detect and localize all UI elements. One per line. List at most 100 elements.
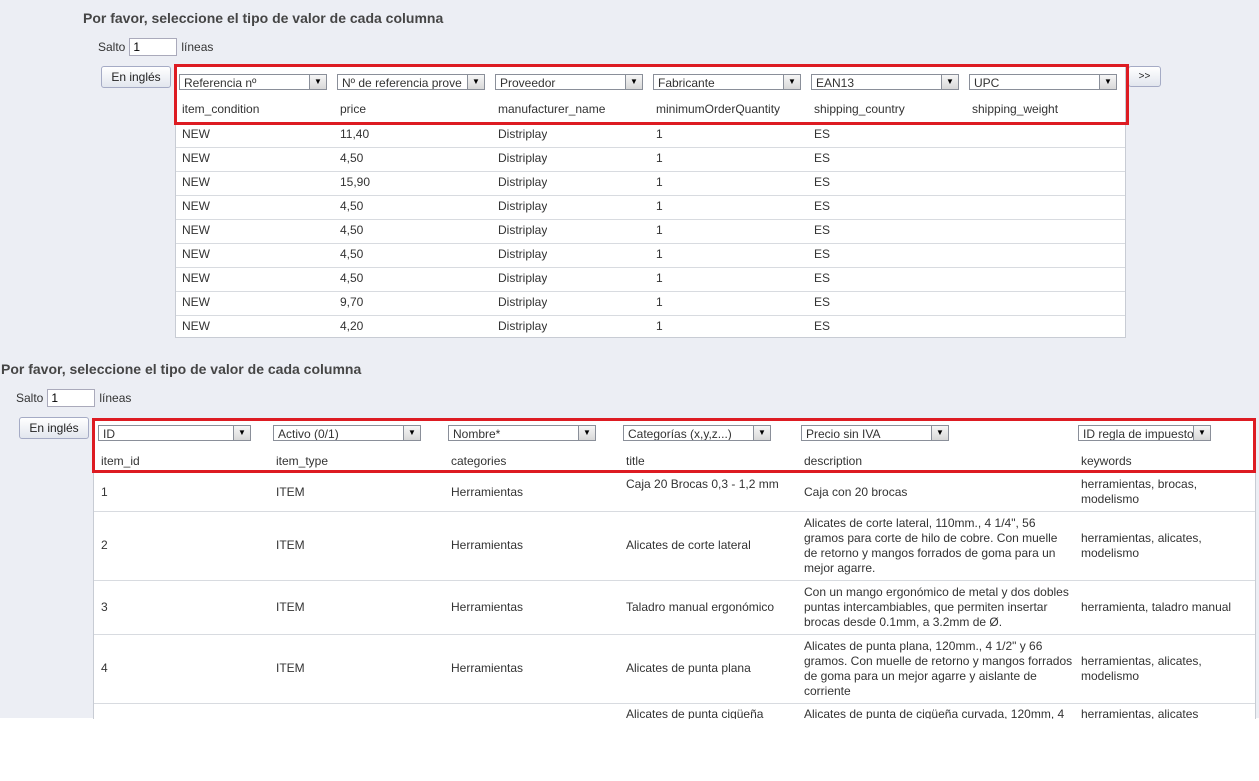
column-type-select[interactable]: ID regla de impuestos ▼ (1078, 425, 1211, 441)
column-type-select[interactable]: Categorías (x,y,z...) ▼ (623, 425, 771, 441)
table-cell: ITEM (276, 485, 305, 499)
chevron-down-icon[interactable]: ▼ (931, 426, 948, 440)
column-header: title (626, 454, 645, 468)
english-button[interactable]: En inglés (101, 66, 171, 88)
table-cell: 1 (656, 271, 663, 285)
table-cell: NEW (182, 127, 210, 141)
table-cell: Alicates de punta cigüeña (626, 707, 764, 719)
select-value: Nº de referencia prove (342, 76, 462, 90)
chevron-down-icon[interactable]: ▼ (753, 426, 770, 440)
select-value: Referencia nº (184, 76, 257, 90)
column-header: item_condition (182, 102, 260, 116)
table-cell: 1 (656, 127, 663, 141)
section1-heading: Por favor, seleccione el tipo de valor d… (83, 10, 444, 26)
column-type-select[interactable]: ID ▼ (98, 425, 251, 441)
table-cell: 15,90 (340, 175, 371, 189)
table-cell: 1 (656, 295, 663, 309)
select-value: Proveedor (500, 76, 556, 90)
chevron-down-icon[interactable]: ▼ (625, 75, 642, 89)
table-cell: 1 (101, 485, 108, 499)
table-cell: 1 (656, 319, 663, 333)
section2-salto-row: Salto líneas (16, 389, 131, 407)
column-header: shipping_country (814, 102, 905, 116)
table-cell: ES (814, 247, 831, 261)
table-row: NEW 15,90 Distriplay 1 ES (176, 171, 1125, 196)
column-type-select[interactable]: Nombre* ▼ (448, 425, 596, 441)
column-type-select[interactable]: Proveedor ▼ (495, 74, 643, 90)
table-cell: 11,40 (340, 127, 370, 141)
table-row: NEW 11,40 Distriplay 1 ES (176, 123, 1125, 148)
table-cell: 4,20 (340, 319, 364, 333)
table-cell: Taladro manual ergonómico (626, 600, 775, 614)
column-type-select[interactable]: UPC ▼ (969, 74, 1117, 90)
column-type-select[interactable]: Nº de referencia prove ▼ (337, 74, 485, 90)
table-cell: Herramientas (451, 600, 524, 614)
table-cell: 1 (656, 175, 663, 189)
chevron-down-icon[interactable]: ▼ (783, 75, 800, 89)
table-cell: NEW (182, 271, 210, 285)
column-type-select[interactable]: Precio sin IVA ▼ (801, 425, 949, 441)
table-cell: 4,50 (340, 199, 364, 213)
column-type-select[interactable]: Activo (0/1) ▼ (273, 425, 421, 441)
salto-input[interactable] (129, 38, 178, 56)
chevron-down-icon[interactable]: ▼ (233, 426, 250, 440)
chevron-down-icon[interactable]: ▼ (309, 75, 326, 89)
table-cell: Distriplay (498, 271, 548, 285)
table-cell: NEW (182, 295, 210, 309)
salto-label: Salto (98, 40, 126, 54)
select-value: ID regla de impuestos (1083, 427, 1200, 441)
salto-label: Salto (16, 391, 44, 405)
section2-heading: Por favor, seleccione el tipo de valor d… (1, 361, 362, 377)
select-value: ID (103, 427, 115, 441)
chevron-down-icon[interactable]: ▼ (1099, 75, 1116, 89)
chevron-down-icon[interactable]: ▼ (1193, 426, 1210, 440)
table-row: NEW 4,50 Distriplay 1 ES (176, 147, 1125, 172)
table-cell: Caja 20 Brocas 0,3 - 1,2 mm (626, 477, 779, 491)
table-cell: ITEM (276, 538, 305, 552)
chevron-down-icon[interactable]: ▼ (467, 75, 484, 89)
table-cell: 4,50 (340, 223, 364, 237)
table-row: NEW 4,20 Distriplay 1 ES (176, 315, 1125, 337)
table-cell: ES (814, 175, 831, 189)
table-cell: herramienta, taladro manual (1081, 600, 1232, 614)
table-cell: NEW (182, 175, 210, 189)
table-cell: Distriplay (498, 175, 548, 189)
table-cell: Alicates de punta de cigüeña curvada, 12… (804, 707, 1065, 719)
table-cell: Herramientas (451, 661, 524, 675)
table-cell: 9,70 (340, 295, 364, 309)
column-type-select[interactable]: Referencia nº ▼ (179, 74, 327, 90)
next-button[interactable]: >> (1128, 66, 1161, 87)
salto-input[interactable] (47, 389, 96, 407)
select-value: UPC (974, 76, 1000, 90)
table-cell: NEW (182, 199, 210, 213)
table-cell: 1 (656, 247, 663, 261)
chevron-down-icon[interactable]: ▼ (578, 426, 595, 440)
table-cell: Alicates de punta plana (626, 661, 751, 675)
table-cell: 2 (101, 538, 108, 552)
table-cell: herramientas, alicates, modelismo (1081, 531, 1202, 560)
table-cell: Alicates de corte lateral (626, 538, 751, 552)
table-cell: Herramientas (451, 485, 524, 499)
table-cell: NEW (182, 247, 210, 261)
table-cell: herramientas, alicates, modelismo (1081, 654, 1202, 683)
chevron-down-icon[interactable]: ▼ (403, 426, 420, 440)
column-header: minimumOrderQuantity (656, 102, 781, 116)
section1-salto-row: Salto líneas (98, 38, 213, 56)
table-cell: Alicates de corte lateral, 110mm., 4 1/4… (804, 516, 1058, 575)
table-cell: ES (814, 271, 831, 285)
column-header: description (804, 454, 863, 468)
table-cell: 1 (656, 199, 663, 213)
column-type-select[interactable]: Fabricante ▼ (653, 74, 801, 90)
table-cell: Distriplay (498, 319, 548, 333)
table-cell: herramientas, brocas, modelismo (1081, 477, 1198, 506)
lineas-label: líneas (99, 391, 132, 405)
column-type-select[interactable]: EAN13 ▼ (811, 74, 959, 90)
chevron-down-icon[interactable]: ▼ (941, 75, 958, 89)
select-value: Activo (0/1) (278, 427, 339, 441)
table-row: NEW 4,50 Distriplay 1 ES (176, 267, 1125, 292)
table-cell: ITEM (276, 661, 305, 675)
english-button[interactable]: En inglés (19, 417, 89, 439)
table-cell: Caja con 20 brocas (804, 485, 908, 499)
table-row: Alicates de punta cigüeña Alicates de pun… (94, 703, 1255, 719)
select-value: Fabricante (658, 76, 715, 90)
